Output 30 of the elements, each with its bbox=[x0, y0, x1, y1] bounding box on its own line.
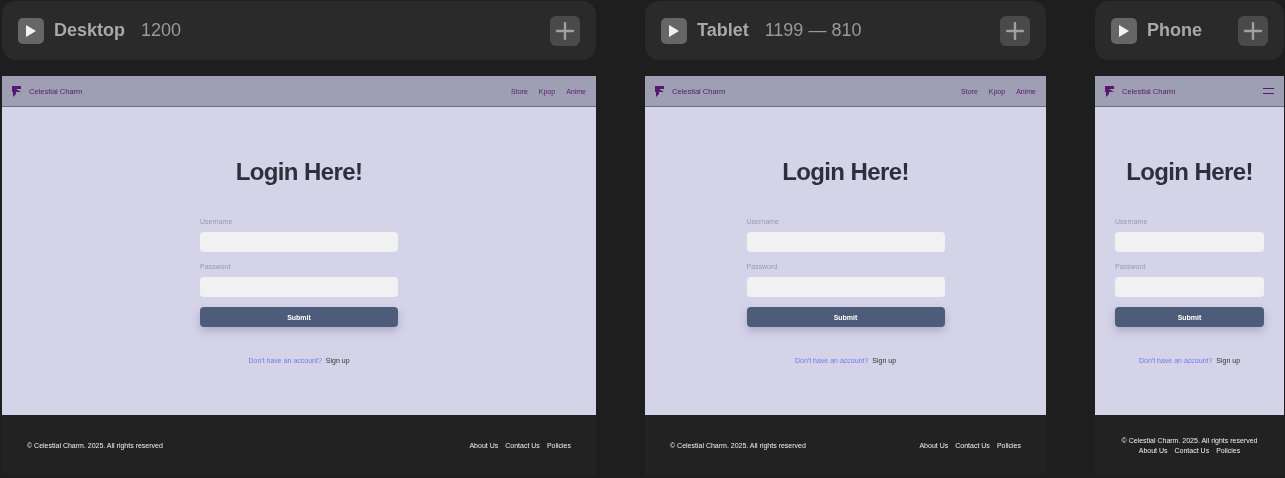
input-field[interactable] bbox=[746, 277, 945, 297]
input-field[interactable] bbox=[200, 232, 398, 252]
play-button[interactable] bbox=[661, 17, 687, 44]
input-field[interactable] bbox=[1115, 232, 1264, 252]
input-field[interactable] bbox=[1115, 277, 1264, 297]
add-button[interactable] bbox=[1238, 15, 1268, 46]
breakpoint-size: 1199 — 810 bbox=[764, 20, 862, 41]
device-label: Phone bbox=[1147, 20, 1202, 41]
add-button[interactable] bbox=[550, 15, 580, 46]
plus-icon bbox=[556, 21, 574, 40]
logo-icon bbox=[655, 85, 664, 97]
logo-icon bbox=[1105, 85, 1114, 97]
device-label: Tablet bbox=[697, 20, 749, 41]
add-button[interactable] bbox=[1000, 15, 1030, 46]
page-heading: Login Here! bbox=[1126, 157, 1253, 187]
input-field[interactable] bbox=[746, 232, 945, 252]
menu-icon[interactable] bbox=[1263, 88, 1274, 94]
plus-icon bbox=[1244, 21, 1262, 40]
input-field[interactable] bbox=[200, 277, 398, 297]
play-icon bbox=[669, 24, 679, 37]
play-icon bbox=[1119, 24, 1129, 37]
plus-icon bbox=[1006, 21, 1024, 40]
page-heading: Login Here! bbox=[782, 157, 909, 187]
page-heading: Login Here! bbox=[235, 157, 363, 187]
device-label: Desktop bbox=[54, 20, 125, 41]
breakpoint-size: 1200 bbox=[141, 20, 182, 41]
logo-icon bbox=[12, 85, 21, 97]
play-button[interactable] bbox=[1111, 17, 1137, 44]
play-icon bbox=[26, 24, 36, 37]
play-button[interactable] bbox=[18, 17, 44, 44]
